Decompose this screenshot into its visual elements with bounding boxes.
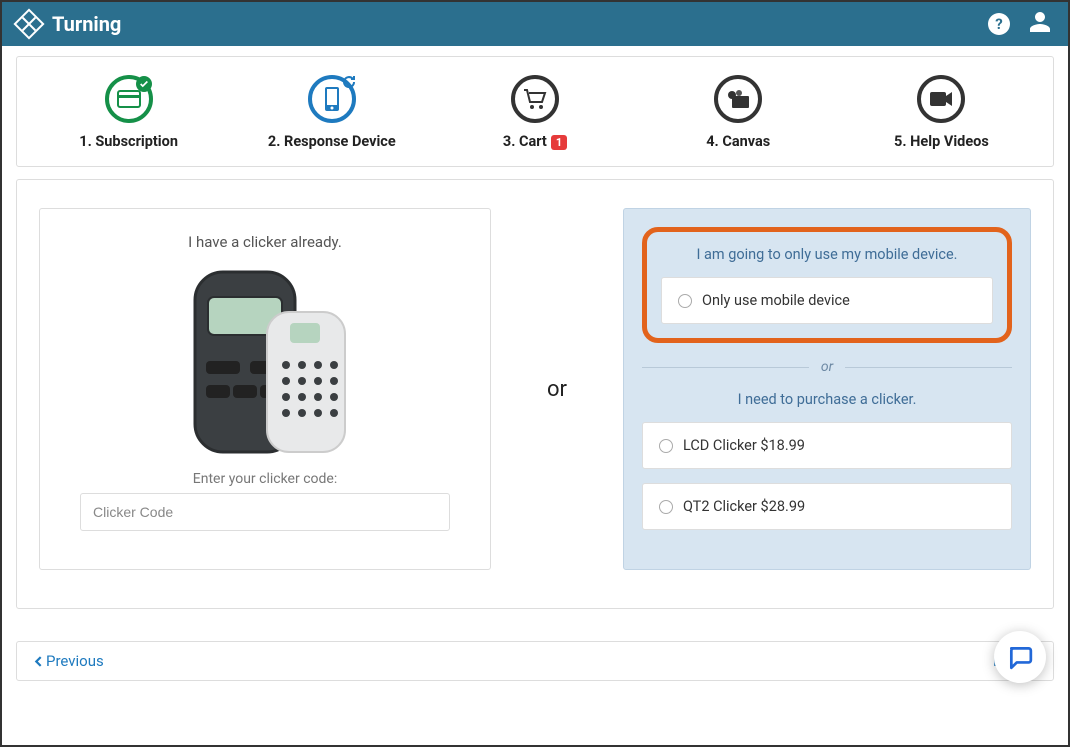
clicker-code-input[interactable] xyxy=(80,493,450,531)
step-label: 5. Help Videos xyxy=(840,133,1043,150)
options-panel: I am going to only use my mobile device.… xyxy=(623,208,1031,570)
radio-icon xyxy=(659,439,673,453)
steps-bar: 1. Subscription 2. Response Device 3. Ca… xyxy=(16,56,1054,167)
qt2-clicker-option[interactable]: QT2 Clicker $28.99 xyxy=(642,483,1012,530)
device-icon xyxy=(308,75,356,123)
radio-icon xyxy=(659,500,673,514)
mobile-prompt: I am going to only use my mobile device. xyxy=(661,246,993,263)
or-divider: or xyxy=(642,359,1012,375)
step-label: 1. Subscription xyxy=(27,133,230,150)
lcd-clicker-option[interactable]: LCD Clicker $18.99 xyxy=(642,422,1012,469)
cart-icon xyxy=(511,75,559,123)
footer-nav: Previous Next xyxy=(16,641,1054,681)
purchase-prompt: I need to purchase a clicker. xyxy=(642,391,1012,408)
brand-name: Turning xyxy=(52,12,121,36)
refresh-icon xyxy=(341,74,357,94)
clicker-illustration xyxy=(175,267,355,457)
help-icon[interactable]: ? xyxy=(988,13,1010,35)
brand: Turning xyxy=(18,12,121,36)
brand-logo-icon xyxy=(13,8,44,39)
clicker-title: I have a clicker already. xyxy=(80,233,450,251)
chevron-left-icon xyxy=(33,656,44,667)
cart-badge: 1 xyxy=(551,135,567,150)
step-help-videos[interactable]: 5. Help Videos xyxy=(840,75,1043,150)
clicker-input-label: Enter your clicker code: xyxy=(80,471,450,487)
user-icon[interactable] xyxy=(1028,10,1052,38)
mobile-highlight: I am going to only use my mobile device.… xyxy=(642,227,1012,343)
clicker-panel: I have a clicker already. xyxy=(39,208,491,570)
top-bar: Turning ? xyxy=(2,2,1068,46)
option-label: QT2 Clicker $28.99 xyxy=(683,498,805,515)
chat-icon xyxy=(1007,644,1033,670)
or-text: or xyxy=(547,377,567,402)
step-label: 4. Canvas xyxy=(637,133,840,150)
radio-icon xyxy=(678,294,692,308)
step-label: 3. Cart1 xyxy=(433,133,636,150)
chat-button[interactable] xyxy=(994,631,1046,683)
step-cart[interactable]: 3. Cart1 xyxy=(433,75,636,150)
option-label: LCD Clicker $18.99 xyxy=(683,437,805,454)
step-subscription[interactable]: 1. Subscription xyxy=(27,75,230,150)
mobile-only-option[interactable]: Only use mobile device xyxy=(661,277,993,324)
separator: or xyxy=(507,208,607,570)
main-content: I have a clicker already. xyxy=(16,179,1054,609)
video-icon xyxy=(917,75,965,123)
step-response-device[interactable]: 2. Response Device xyxy=(230,75,433,150)
card-icon xyxy=(105,75,153,123)
step-label: 2. Response Device xyxy=(230,133,433,150)
check-icon xyxy=(136,76,152,92)
option-label: Only use mobile device xyxy=(702,292,850,309)
step-canvas[interactable]: 4. Canvas xyxy=(637,75,840,150)
canvas-icon xyxy=(714,75,762,123)
previous-button[interactable]: Previous xyxy=(33,652,104,670)
